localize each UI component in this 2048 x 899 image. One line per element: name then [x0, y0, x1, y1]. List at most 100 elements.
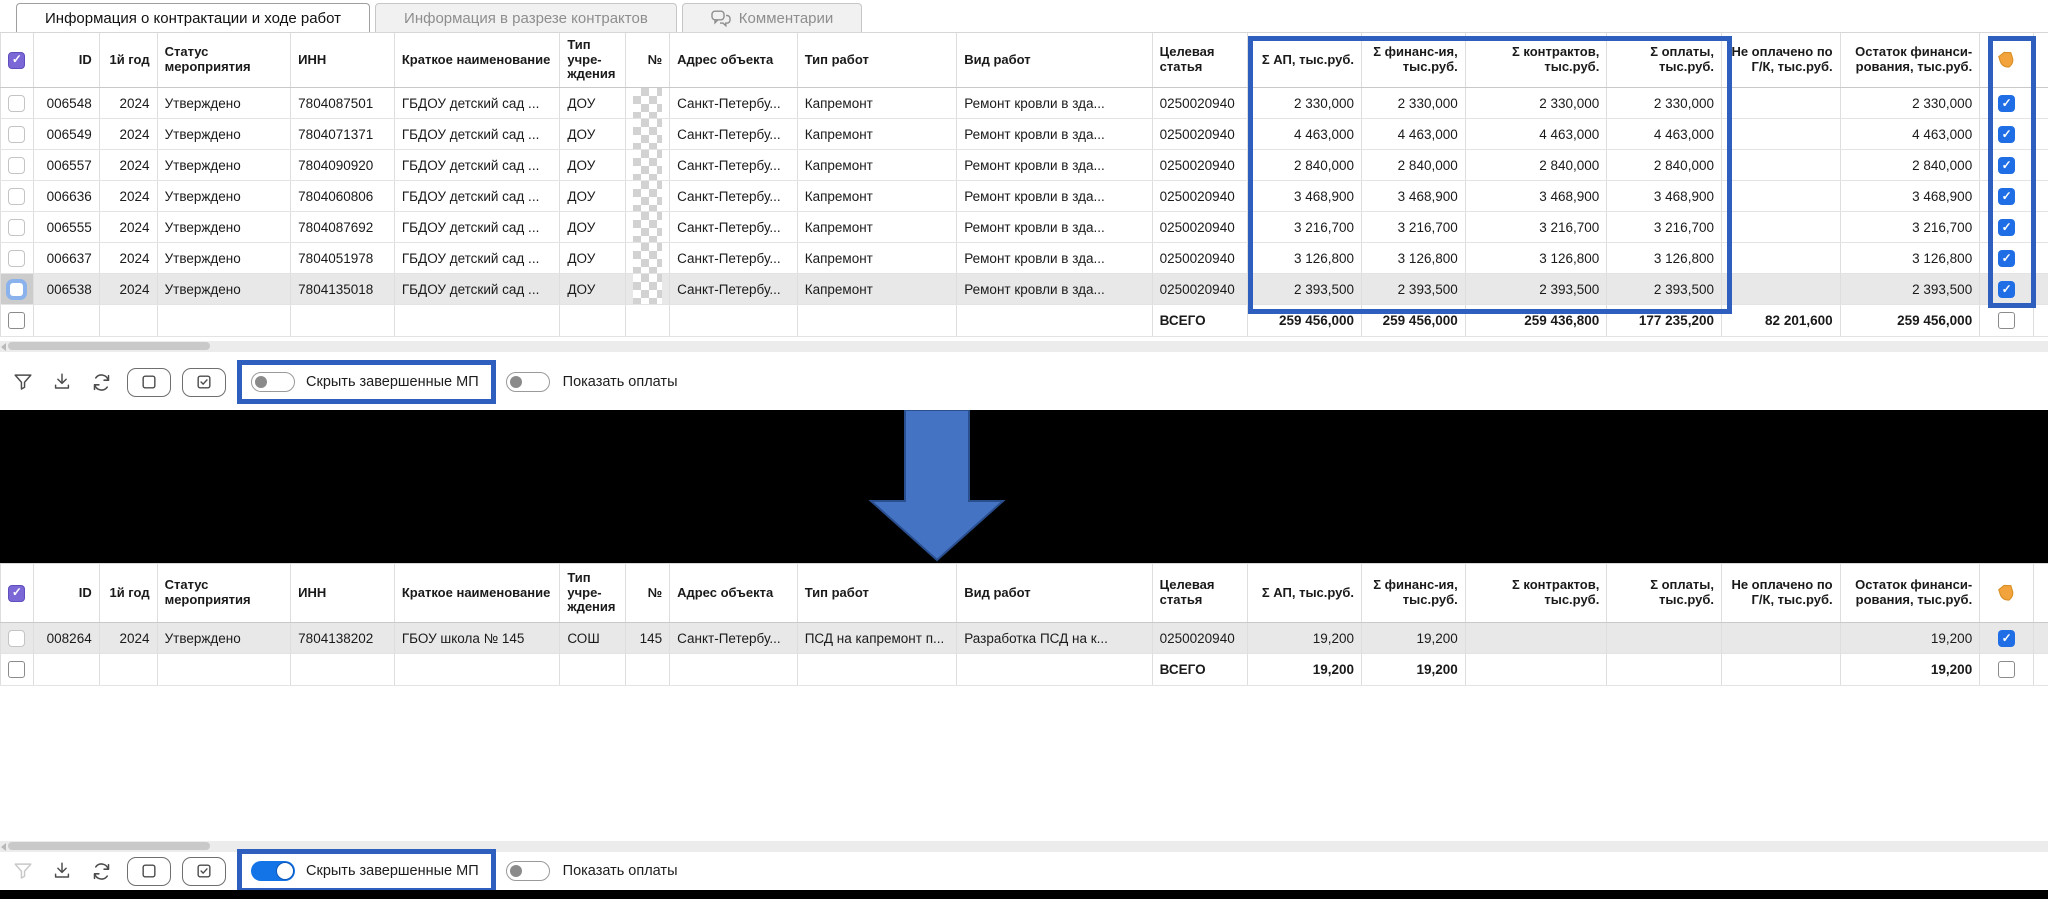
refresh-icon[interactable]	[88, 858, 114, 884]
row-select-checkbox[interactable]	[8, 126, 25, 143]
scroll-left-arrow-icon[interactable]	[1, 843, 6, 851]
tab-contracting-info[interactable]: Информация о контрактации и ходе работ	[16, 3, 370, 32]
row-flag-checkbox[interactable]: ✓	[1998, 188, 2015, 205]
row-select-checkbox[interactable]	[8, 188, 25, 205]
row-flag-checkbox[interactable]: ✓	[1998, 250, 2015, 267]
total-pad	[2034, 305, 2048, 336]
col-header-workkind[interactable]: Вид работ	[957, 33, 1152, 87]
col-header-address[interactable]: Адрес объекта	[670, 33, 798, 87]
row-select-checkbox[interactable]	[8, 630, 25, 647]
deselect-all-button[interactable]	[127, 368, 171, 397]
col-header-inn[interactable]: ИНН	[291, 564, 395, 622]
table-row[interactable]: 0065572024Утверждено7804090920ГБДОУ детс…	[0, 150, 2048, 181]
col-header-num[interactable]: №	[626, 33, 670, 87]
download-icon[interactable]	[49, 858, 75, 884]
scrollbar-thumb[interactable]	[8, 842, 210, 850]
filter-icon[interactable]	[10, 369, 36, 395]
table-row[interactable]: 0066372024Утверждено7804051978ГБДОУ детс…	[0, 243, 2048, 274]
row-select-checkbox[interactable]	[8, 157, 25, 174]
col-header-status[interactable]: Статус мероприятия	[158, 33, 292, 87]
col-header-fin[interactable]: Σ финанс-ия, тыс.руб.	[1362, 564, 1466, 622]
cell-id: 006557	[34, 150, 100, 180]
table-row[interactable]: 0066362024Утверждено7804060806ГБДОУ детс…	[0, 181, 2048, 212]
col-header-address[interactable]: Адрес объекта	[670, 564, 798, 622]
col-header-year[interactable]: 1й год	[100, 564, 158, 622]
show-payments-toggle[interactable]	[506, 861, 550, 881]
row-flag-checkbox[interactable]: ✓	[1998, 95, 2015, 112]
deselect-all-button[interactable]	[127, 857, 171, 886]
table-row[interactable]: 0082642024Утверждено7804138202ГБОУ школа…	[0, 623, 2048, 654]
download-icon[interactable]	[49, 369, 75, 395]
scrollbar-thumb[interactable]	[8, 342, 210, 350]
col-header-article[interactable]: Целевая статья	[1153, 33, 1249, 87]
horizontal-scrollbar-top	[0, 341, 2048, 352]
row-flag-checkbox[interactable]: ✓	[1998, 281, 2015, 298]
col-header-unpaid[interactable]: Не оплачено по Г/К, тыс.руб.	[1722, 564, 1841, 622]
cell-sel	[0, 274, 34, 304]
cell-address: Санкт-Петербу...	[670, 181, 798, 211]
row-flag-checkbox[interactable]: ✓	[1998, 219, 2015, 236]
col-header-status[interactable]: Статус мероприятия	[158, 564, 292, 622]
col-header-unpaid[interactable]: Не оплачено по Г/К, тыс.руб.	[1722, 33, 1841, 87]
select-all-header-cell[interactable]: ✓	[0, 33, 34, 87]
col-header-id[interactable]: ID	[34, 564, 100, 622]
table-row[interactable]: 0065492024Утверждено7804071371ГБДОУ детс…	[0, 119, 2048, 150]
refresh-icon[interactable]	[88, 369, 114, 395]
cell-workkind: Ремонт кровли в зда...	[957, 243, 1152, 273]
row-select-checkbox[interactable]	[6, 279, 27, 300]
col-header-id[interactable]: ID	[34, 33, 100, 87]
table-row[interactable]: 0065482024Утверждено7804087501ГБДОУ детс…	[0, 88, 2048, 119]
col-header-name[interactable]: Краткое наименование	[395, 33, 560, 87]
table-row[interactable]: 0065382024Утверждено7804135018ГБДОУ детс…	[0, 274, 2048, 305]
scroll-left-arrow-icon[interactable]	[1, 343, 6, 351]
col-header-num[interactable]: №	[626, 564, 670, 622]
tab-comments[interactable]: Комментарии	[682, 3, 862, 32]
col-header-insttype[interactable]: Тип учре-ждения	[560, 33, 626, 87]
col-header-remainder[interactable]: Остаток финанси-рования, тыс.руб.	[1841, 564, 1981, 622]
row-flag-checkbox[interactable]: ✓	[1998, 630, 2015, 647]
col-header-worktype[interactable]: Тип работ	[798, 564, 958, 622]
col-header-name[interactable]: Краткое наименование	[395, 564, 560, 622]
col-header-article[interactable]: Целевая статья	[1153, 564, 1249, 622]
totals-row: ВСЕГО259 456,000259 456,000259 436,80017…	[0, 305, 2048, 337]
hide-completed-toggle[interactable]	[251, 861, 295, 881]
totals-select-checkbox[interactable]	[8, 312, 25, 329]
tab-contracts-breakdown[interactable]: Информация в разрезе контрактов	[375, 3, 677, 32]
col-header-year[interactable]: 1й год	[100, 33, 158, 87]
totals-select-checkbox[interactable]	[8, 661, 25, 678]
totals-flag-checkbox[interactable]	[1998, 661, 2015, 678]
select-all-button[interactable]	[182, 857, 226, 886]
select-all-checkbox[interactable]: ✓	[8, 585, 25, 602]
totals-flag-checkbox[interactable]	[1998, 312, 2015, 329]
row-flag-checkbox[interactable]: ✓	[1998, 157, 2015, 174]
col-header-ap[interactable]: Σ АП, тыс.руб.	[1248, 564, 1362, 622]
col-header-worktype[interactable]: Тип работ	[798, 33, 958, 87]
col-header-remainder[interactable]: Остаток финанси-рования, тыс.руб.	[1841, 33, 1981, 87]
col-header-payments[interactable]: Σ оплаты, тыс.руб.	[1607, 33, 1722, 87]
cell-unpaid	[1722, 212, 1841, 242]
filter-icon[interactable]	[10, 858, 36, 884]
cell-remainder: 3 216,700	[1841, 212, 1981, 242]
show-payments-toggle[interactable]	[506, 372, 550, 392]
col-header-ap[interactable]: Σ АП, тыс.руб.	[1248, 33, 1362, 87]
col-header-contracts[interactable]: Σ контрактов, тыс.руб.	[1466, 33, 1608, 87]
table-row[interactable]: 0065552024Утверждено7804087692ГБДОУ детс…	[0, 212, 2048, 243]
select-all-checkbox[interactable]: ✓	[8, 52, 25, 69]
col-header-insttype[interactable]: Тип учре-ждения	[560, 564, 626, 622]
col-header-contracts[interactable]: Σ контрактов, тыс.руб.	[1466, 564, 1608, 622]
col-header-inn[interactable]: ИНН	[291, 33, 395, 87]
select-all-header-cell[interactable]: ✓	[0, 564, 34, 622]
row-select-checkbox[interactable]	[8, 250, 25, 267]
row-flag-checkbox[interactable]: ✓	[1998, 126, 2015, 143]
cell-worktype: Капремонт	[798, 274, 958, 304]
col-header-payments[interactable]: Σ оплаты, тыс.руб.	[1607, 564, 1722, 622]
row-select-checkbox[interactable]	[8, 219, 25, 236]
col-header-fin[interactable]: Σ финанс-ия, тыс.руб.	[1362, 33, 1466, 87]
select-all-button[interactable]	[182, 368, 226, 397]
row-select-checkbox[interactable]	[8, 95, 25, 112]
flag-header-cell[interactable]	[1980, 564, 2034, 622]
col-header-workkind[interactable]: Вид работ	[957, 564, 1152, 622]
hide-completed-toggle[interactable]	[251, 372, 295, 392]
cell-pad	[2034, 119, 2048, 149]
flag-header-cell[interactable]	[1980, 33, 2034, 87]
